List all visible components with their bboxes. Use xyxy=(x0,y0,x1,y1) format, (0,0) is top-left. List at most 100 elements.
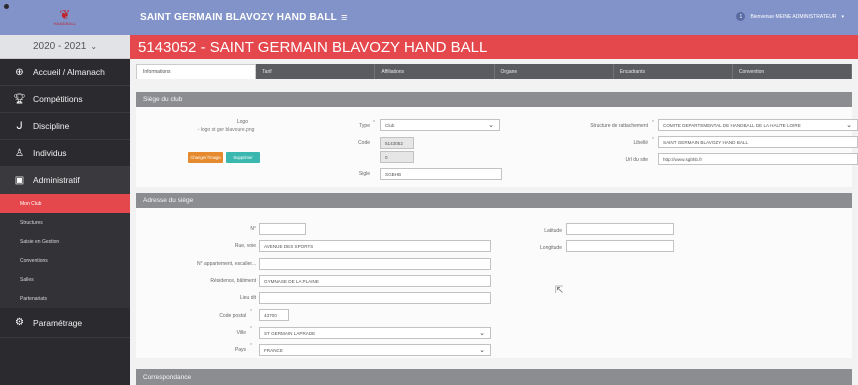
tab-convention[interactable]: Convention xyxy=(732,64,853,79)
nav-label: Compétitions xyxy=(33,94,83,104)
tab-tarif[interactable]: Tarif xyxy=(256,64,376,79)
required-star: * xyxy=(373,120,375,126)
rue-field[interactable]: AVENUE DES SPORTS xyxy=(259,240,491,252)
trophy-icon: 🏆︎ xyxy=(13,93,26,105)
cp-field[interactable]: 43700 xyxy=(259,309,289,321)
nav-label: Individus xyxy=(33,148,67,158)
cp-label: Code postal xyxy=(219,313,246,319)
required-star: * xyxy=(250,343,252,349)
sub-item-salles[interactable]: Salles xyxy=(0,270,130,289)
tab-affiliations[interactable]: Affiliations xyxy=(375,64,495,79)
required-star: * xyxy=(652,137,654,143)
page-title: 5143052 - SAINT GERMAIN BLAVOZY HAND BAL… xyxy=(130,35,858,59)
adresse-panel: N° Rue, voie AVENUE DES SPORTS N° appart… xyxy=(136,208,852,358)
pays-select[interactable]: FRANCE ⌄ xyxy=(259,344,491,356)
siege-panel: Logo ▫ logo st ger blavoure.png Changer … xyxy=(136,107,858,187)
longitude-field[interactable] xyxy=(566,240,674,252)
mouse-cursor-icon: ⇱ xyxy=(555,285,564,296)
sub-item-partenariats[interactable]: Partenariats xyxy=(0,289,130,308)
url-label: Url du site xyxy=(625,157,648,163)
logo-mark-icon: ❦ xyxy=(59,7,71,22)
top-bar: SAINT GERMAIN BLAVOZY HAND BALL ≡ 1 Bien… xyxy=(130,0,858,35)
nav-individus[interactable]: ♙ Individus xyxy=(0,140,130,167)
user-label: Bienvenue MEINE ADMINISTRATEUR xyxy=(750,13,837,20)
season-selector[interactable]: 2020 - 2021 ⌄ xyxy=(0,35,130,59)
libelle-label: Libellé xyxy=(633,140,648,146)
sigle-field[interactable]: SGBHB xyxy=(380,168,502,180)
sub-item-saisie[interactable]: Saisie en Gestion xyxy=(0,232,130,251)
section-header-adresse: Adresse du siège xyxy=(136,193,852,208)
type-select[interactable]: Club ⌄ xyxy=(380,119,500,131)
required-star: * xyxy=(652,120,654,126)
app-root: ❦ HANDBALL 2020 - 2021 ⌄ ⊕ Accueil / Alm… xyxy=(0,0,858,385)
nav-parametrage[interactable]: ⚙ Paramétrage xyxy=(0,308,130,338)
folder-icon: ▣ xyxy=(14,174,25,186)
num-label: N° xyxy=(250,226,256,232)
chevron-down-icon: ⌄ xyxy=(479,347,485,354)
structure-value: COMITE DEPARTEMENTAL DE HANDBALL DE LA H… xyxy=(663,122,801,128)
change-image-button[interactable]: Changer l'image xyxy=(188,152,223,163)
lieu-field[interactable] xyxy=(259,292,491,304)
residence-label: Résidence, bâtiment xyxy=(210,278,256,284)
user-icon: ♙ xyxy=(15,147,24,159)
sidebar: ❦ HANDBALL 2020 - 2021 ⌄ ⊕ Accueil / Alm… xyxy=(0,0,130,385)
ville-select[interactable]: ST GERMAIN LAPRADE ⌄ xyxy=(259,327,491,339)
federation-logo: ❦ HANDBALL xyxy=(53,5,77,31)
longitude-label: Longitude xyxy=(540,245,562,251)
nav-competitions[interactable]: 🏆︎ Compétitions xyxy=(0,86,130,113)
gear-icon: ⚙ xyxy=(15,317,24,328)
ville-value: ST GERMAIN LAPRADE xyxy=(264,330,316,336)
tab-bar: Informations Tarif Affiliations Organe E… xyxy=(136,64,853,79)
sigle-label: Sigle xyxy=(358,171,370,177)
nav-accueil[interactable]: ⊕ Accueil / Almanach xyxy=(0,59,130,86)
chevron-down-icon: ⌄ xyxy=(479,330,485,337)
structure-label: Structure de rattachement xyxy=(590,123,648,129)
tab-informations[interactable]: Informations xyxy=(136,64,257,79)
ville-label: Ville xyxy=(236,330,246,336)
code2-field: 0 xyxy=(380,151,414,163)
appartement-label: N° appartement, escalier... xyxy=(197,261,256,267)
delete-image-button[interactable]: Supprimer xyxy=(226,152,260,163)
type-label: Type xyxy=(359,123,370,129)
code-label: Code xyxy=(358,140,370,146)
sub-item-mon-club[interactable]: Mon Club xyxy=(0,194,130,213)
url-field[interactable]: http://www.sgbhb.fr xyxy=(658,153,858,165)
nav-administratif[interactable]: ▣ Administratif xyxy=(0,167,130,194)
pays-value: FRANCE xyxy=(264,347,283,353)
latitude-label: Latitude xyxy=(544,228,562,234)
nav-label: Paramétrage xyxy=(33,317,83,328)
logo-text: HANDBALL xyxy=(53,21,77,26)
section-header-correspondance: Correspondance xyxy=(136,369,852,385)
residence-field[interactable]: GYMNASE DE LA PLAINE xyxy=(259,275,491,287)
appartement-field[interactable] xyxy=(259,258,491,270)
logo-label: Logo xyxy=(236,119,248,125)
globe-icon: ⊕ xyxy=(15,66,24,78)
num-field[interactable] xyxy=(259,223,306,235)
caret-down-icon: ▾ xyxy=(841,13,844,20)
chevron-down-icon: ⌄ xyxy=(846,122,852,129)
libelle-field[interactable]: SAINT GERMAIN BLAVOZY HAND BALL xyxy=(658,136,858,148)
lieu-label: Lieu dit xyxy=(239,295,256,301)
sub-item-conventions[interactable]: Conventions xyxy=(0,251,130,270)
tab-organe[interactable]: Organe xyxy=(494,64,614,79)
required-star: * xyxy=(250,309,252,315)
avatar: 1 xyxy=(736,12,746,21)
latitude-field[interactable] xyxy=(566,223,674,235)
broken-image-icon: ▫ xyxy=(197,127,200,133)
logo-area[interactable]: ❦ HANDBALL xyxy=(0,0,130,35)
club-logo-image: ▫ logo st ger blavoure.png xyxy=(196,127,256,133)
sub-item-structures[interactable]: Structures xyxy=(0,213,130,232)
structure-select[interactable]: COMITE DEPARTEMENTAL DE HANDBALL DE LA H… xyxy=(658,119,858,131)
hamburger-icon[interactable]: ≡ xyxy=(341,12,347,24)
corner-dot xyxy=(4,4,9,9)
pays-label: Pays xyxy=(234,347,246,353)
tab-encadrants[interactable]: Encadrants xyxy=(613,64,733,79)
nav-label: Accueil / Almanach xyxy=(33,67,105,77)
nav-discipline[interactable]: ᒍ Discipline xyxy=(0,113,130,140)
whistle-icon: ᒍ xyxy=(16,120,23,132)
code-field: 5143052 xyxy=(380,137,414,149)
main-content: Informations Tarif Affiliations Organe E… xyxy=(130,59,858,385)
nav-label: Administratif xyxy=(33,175,80,185)
season-label: 2020 - 2021 xyxy=(32,41,87,52)
user-menu[interactable]: 1 Bienvenue MEINE ADMINISTRATEUR ▾ xyxy=(736,12,844,21)
